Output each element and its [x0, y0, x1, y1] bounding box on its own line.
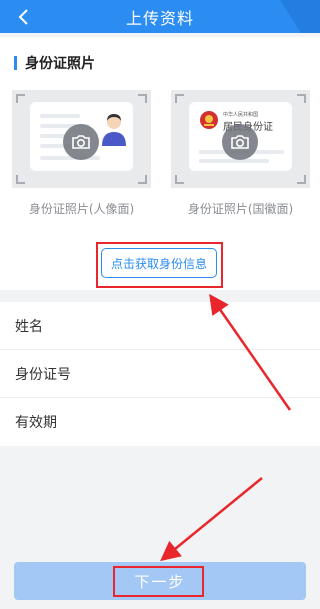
- name-field[interactable]: 姓名: [0, 302, 320, 350]
- annotation-highlight-box: [96, 242, 223, 288]
- id-front-upload[interactable]: [12, 90, 151, 188]
- top-bar: 上传资料: [0, 0, 320, 33]
- card-line: [40, 114, 80, 118]
- national-emblem-icon: [200, 111, 218, 129]
- camera-icon: [231, 135, 249, 149]
- section-title: 身份证照片: [25, 56, 95, 72]
- id-number-field[interactable]: 身份证号: [0, 350, 320, 398]
- frame-corner: [16, 175, 25, 184]
- camera-button[interactable]: [222, 124, 258, 160]
- validity-label: 有效期: [15, 415, 57, 431]
- annotation-arrow: [160, 477, 263, 562]
- id-back-upload[interactable]: 中华人民共和国 居民身份证: [171, 90, 310, 188]
- emblem-small-text: 中华人民共和国: [223, 112, 259, 118]
- header-decoration: [280, 0, 320, 33]
- frame-corner: [138, 94, 147, 103]
- page-title: 上传资料: [125, 8, 194, 28]
- name-label: 姓名: [15, 318, 43, 335]
- camera-icon: [72, 135, 90, 149]
- id-info-form: 姓名 身份证号 有效期: [0, 302, 320, 446]
- camera-button[interactable]: [63, 124, 99, 160]
- frame-corner: [175, 175, 184, 184]
- frame-corner: [297, 175, 306, 184]
- portrait-icon: [102, 114, 126, 146]
- validity-field[interactable]: 有效期: [0, 398, 320, 446]
- frame-corner: [138, 175, 147, 184]
- frame-corner: [297, 94, 306, 103]
- annotation-highlight-box: [113, 566, 204, 597]
- section-accent-bar: [14, 56, 17, 70]
- frame-corner: [175, 94, 184, 103]
- frame-corner: [16, 94, 25, 103]
- back-button[interactable]: [10, 4, 36, 30]
- chevron-left-icon: [18, 9, 28, 25]
- card-line: [199, 159, 269, 163]
- section-header: 身份证照片: [14, 55, 95, 72]
- back-caption: 身份证照片(国徽面): [187, 202, 294, 216]
- id-number-label: 身份证号: [15, 366, 71, 383]
- front-caption: 身份证照片(人像面): [28, 202, 135, 216]
